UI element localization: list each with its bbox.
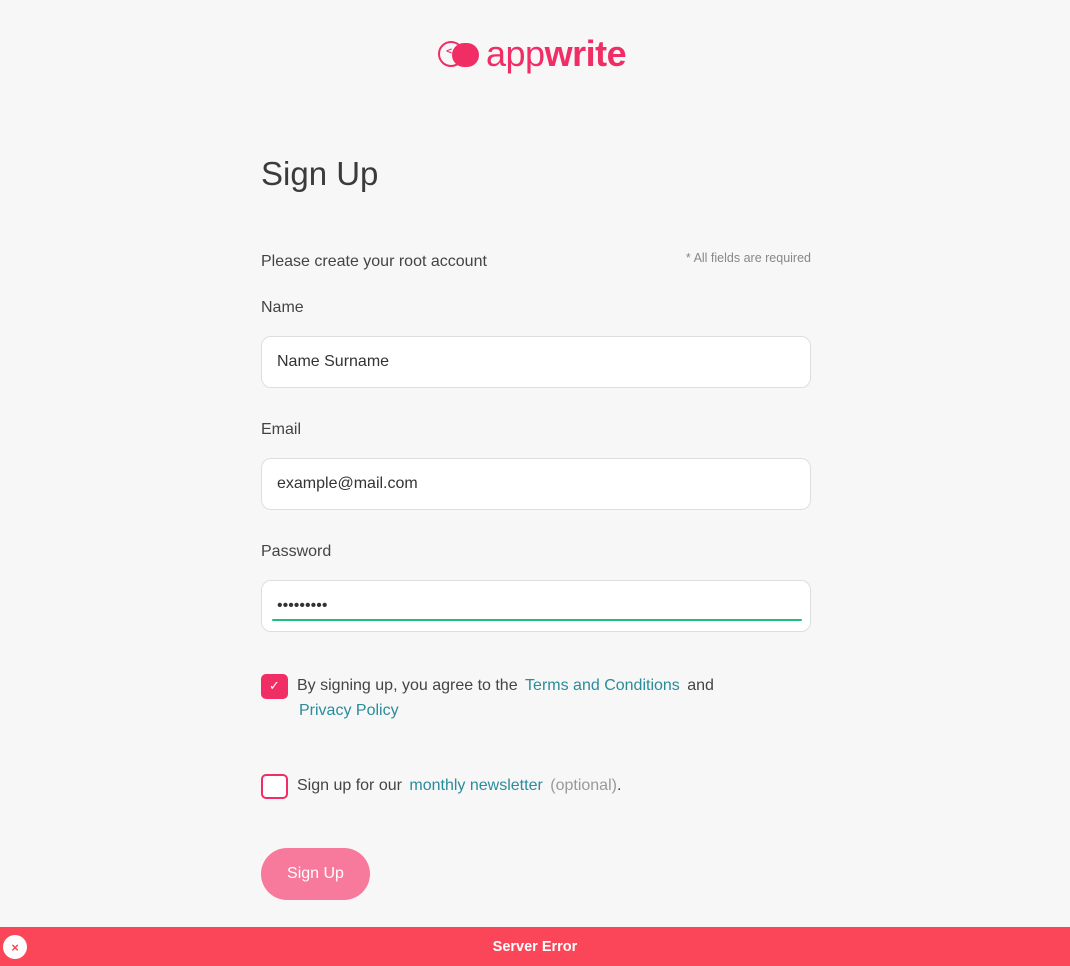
logo-wordmark: appwrite (486, 33, 627, 74)
optional-note: (optional) (550, 777, 617, 794)
sign-up-button[interactable]: Sign Up (261, 848, 370, 900)
terms-link[interactable]: Terms and Conditions (525, 677, 680, 694)
terms-checkbox[interactable]: ✓ (261, 674, 288, 699)
password-focus-underline (272, 619, 802, 621)
privacy-link[interactable]: Privacy Policy (299, 702, 399, 719)
newsletter-text: Sign up for our monthly newsletter (opti… (297, 777, 622, 794)
logo-mark-icon: </> (438, 40, 482, 68)
close-icon[interactable]: × (3, 935, 27, 959)
appwrite-logo: </> appwrite (438, 33, 627, 74)
newsletter-link[interactable]: monthly newsletter (409, 777, 542, 794)
newsletter-checkbox[interactable] (261, 774, 288, 799)
check-icon: ✓ (269, 679, 280, 694)
name-label: Name (261, 299, 304, 316)
error-notification: × Server Error (0, 927, 1070, 966)
required-note: * All fields are required (685, 251, 811, 265)
password-field[interactable] (261, 580, 811, 632)
name-field[interactable] (261, 336, 811, 388)
error-message: Server Error (492, 938, 578, 955)
email-field[interactable] (261, 458, 811, 510)
email-label: Email (261, 421, 302, 438)
intro-text: Please create your root account (261, 253, 487, 270)
terms-text: By signing up, you agree to the Terms an… (297, 677, 714, 694)
page-title: Sign Up (261, 155, 379, 192)
password-label: Password (261, 543, 332, 560)
terms-text-line2: Privacy Policy (297, 698, 402, 723)
logo-code-glyph: </> (446, 46, 465, 57)
